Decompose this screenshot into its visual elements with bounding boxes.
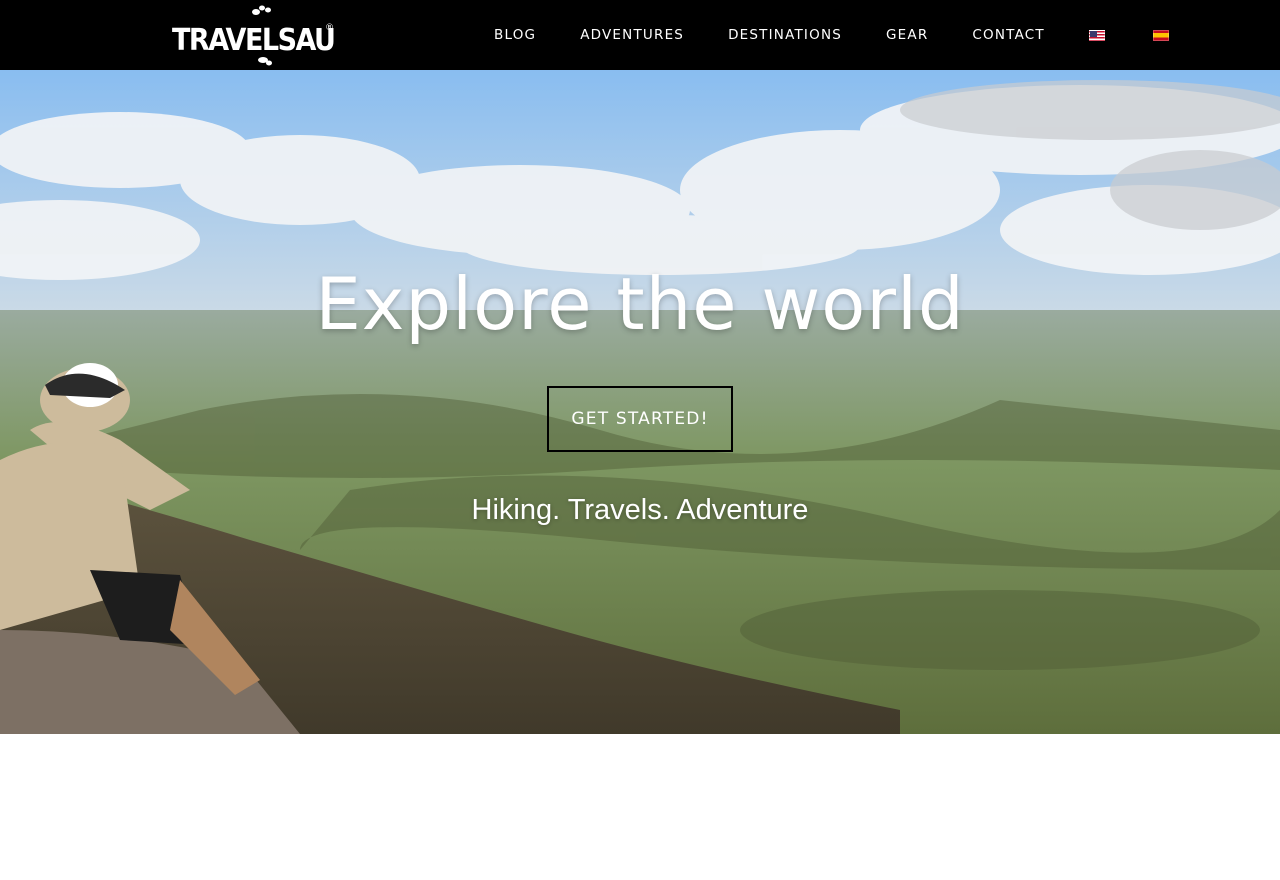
main-nav: BLOG ADVENTURES DESTINATIONS GEAR CONTAC…	[472, 0, 1200, 70]
nav-gear[interactable]: GEAR	[864, 0, 950, 70]
nav-contact[interactable]: CONTACT	[950, 0, 1066, 70]
site-logo[interactable]: TRAVELSAURO ®	[170, 2, 335, 68]
logo-registered-mark: ®	[325, 23, 334, 33]
nav-blog[interactable]: BLOG	[472, 0, 558, 70]
logo-text: TRAVELSAURO	[172, 23, 335, 58]
content-area	[0, 734, 1280, 880]
hero-banner: Explore the world GET STARTED! Hiking. T…	[0, 70, 1280, 734]
hero-tagline: Hiking. Travels. Adventure	[471, 494, 809, 526]
hero-title: Explore the world	[315, 262, 965, 346]
nav-adventures[interactable]: ADVENTURES	[558, 0, 706, 70]
spain-flag-icon[interactable]	[1152, 29, 1169, 41]
nav-destinations[interactable]: DESTINATIONS	[706, 0, 864, 70]
site-header: TRAVELSAURO ® BLOG ADVENTURES DESTINATIO…	[0, 0, 1280, 70]
get-started-button[interactable]: GET STARTED!	[547, 386, 733, 452]
us-flag-icon[interactable]	[1088, 29, 1105, 41]
